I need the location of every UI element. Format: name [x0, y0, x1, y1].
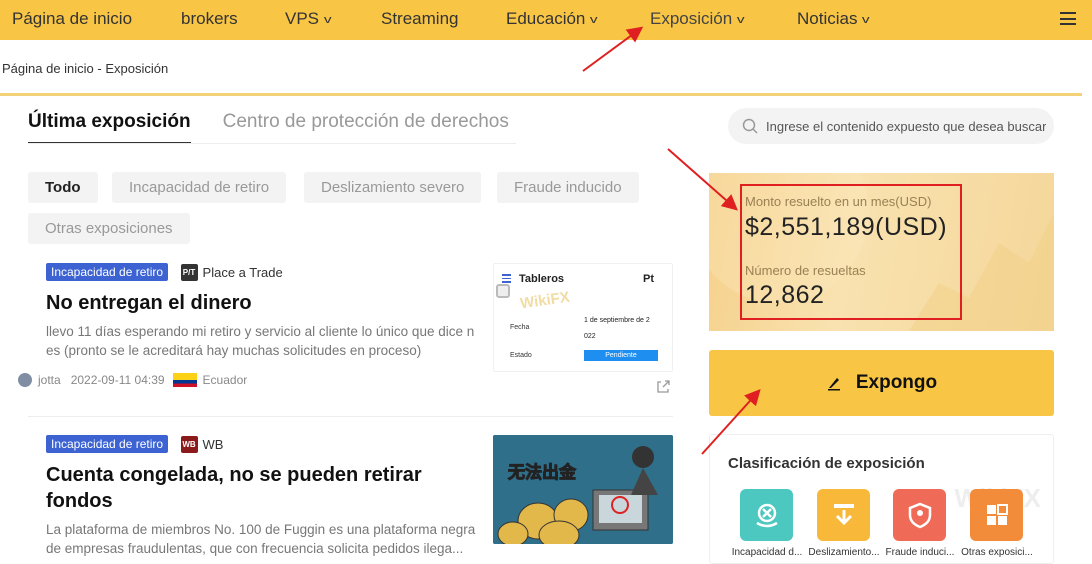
exposure-article[interactable]: Incapacidad de retiro WB WB Cuenta conge… — [28, 435, 673, 558]
section-divider — [0, 93, 1082, 96]
annotation-highlight-box — [740, 184, 962, 320]
filter-severe-slippage[interactable]: Deslizamiento severo — [304, 172, 482, 203]
thumb-field-value: 1 de septiembre de 2 — [584, 317, 650, 324]
category-tag: Incapacidad de retiro — [46, 263, 169, 281]
search-input[interactable] — [766, 118, 1046, 134]
chevron-down-icon: v — [862, 14, 871, 26]
broker-name: Place a Trade — [202, 264, 283, 280]
slippage-down-icon — [817, 489, 870, 541]
filter-all[interactable]: Todo — [28, 172, 98, 203]
nav-item-vps[interactable]: VPS v — [285, 9, 332, 29]
nav-item-news[interactable]: Noticias v — [797, 9, 871, 29]
article-thumbnail[interactable]: 无法出金 — [493, 435, 673, 544]
thumb-logo: Pt — [643, 273, 654, 285]
article-thumbnail[interactable]: Tableros Pt WikiFX Fecha 1 de septiembre… — [493, 263, 673, 372]
nav-label: brokers — [181, 9, 238, 28]
category-withdrawal-inability[interactable]: Incapacidad d... — [732, 489, 802, 558]
filter-withdrawal-inability[interactable]: Incapacidad de retiro — [112, 172, 287, 203]
ecuador-flag-icon — [172, 373, 197, 387]
nav-label: Noticias — [797, 9, 858, 28]
nav-item-home[interactable]: Página de inicio — [12, 9, 132, 29]
share-icon[interactable] — [655, 379, 671, 395]
thumb-field-value: 022 — [584, 333, 596, 340]
expose-button-label: Expongo — [855, 372, 938, 393]
menu-lines-icon — [502, 274, 511, 283]
other-grid-icon — [970, 489, 1023, 541]
nav-label: Educación — [506, 9, 586, 28]
thumb-heading: Tableros — [519, 273, 565, 285]
filter-induced-fraud[interactable]: Fraude inducido — [497, 172, 639, 203]
nav-label: VPS — [285, 9, 320, 28]
category-label: Otras exposici... — [961, 547, 1033, 558]
exposure-classification: Clasificación de exposición WikiFX Incap… — [709, 434, 1054, 564]
classification-title: Clasificación de exposición — [728, 455, 925, 472]
list-divider — [28, 416, 673, 417]
image-icon — [496, 284, 510, 298]
thumb-field-label: Estado — [510, 352, 532, 359]
tab-rights-protection-center[interactable]: Centro de protección de derechos — [223, 111, 509, 144]
tabs-baseline — [28, 143, 516, 144]
category-label: Incapacidad d... — [731, 547, 803, 558]
thumb-field-label: Fecha — [510, 324, 530, 331]
category-tag: Incapacidad de retiro — [46, 435, 169, 453]
category-severe-slippage[interactable]: Deslizamiento... — [808, 489, 880, 558]
watermark: WikiFX — [519, 288, 571, 313]
withdraw-block-icon — [740, 489, 793, 541]
fraud-shield-icon — [893, 489, 946, 541]
status-badge: Pendiente — [584, 350, 658, 361]
article-meta: jotta 2022-09-11 04:39 Ecuador — [18, 373, 247, 387]
nav-item-streaming[interactable]: Streaming — [381, 9, 458, 29]
avatar — [18, 373, 32, 387]
nav-label: Página de inicio — [12, 9, 133, 28]
nav-item-education[interactable]: Educación v — [506, 9, 598, 29]
hamburger-icon[interactable] — [1060, 12, 1076, 26]
article-excerpt: llevo 11 días esperando mi retiro y serv… — [46, 324, 475, 359]
broker-label[interactable]: WB WB — [180, 435, 224, 453]
category-label: Fraude induci... — [885, 547, 955, 558]
search-icon[interactable] — [742, 118, 758, 134]
nav-item-brokers[interactable]: brokers — [181, 9, 238, 29]
thumb-caption: 无法出金 — [508, 463, 577, 483]
country: Ecuador — [202, 373, 248, 387]
article-excerpt: La plataforma de miembros No. 100 de Fug… — [46, 522, 476, 557]
broker-name: WB — [202, 436, 224, 452]
username[interactable]: jotta — [38, 373, 61, 387]
exposure-article[interactable]: Incapacidad de retiro P/T Place a Trade … — [28, 263, 673, 372]
broker-logo: P/T — [180, 263, 198, 281]
top-navigation: Página de inicio brokers VPS v Streaming … — [0, 0, 1092, 40]
nav-item-exposure[interactable]: Exposición v — [650, 9, 745, 29]
chevron-down-icon: v — [737, 14, 745, 26]
thumb-illustration — [493, 435, 673, 544]
pen-icon — [827, 378, 840, 391]
broker-label[interactable]: P/T Place a Trade — [180, 263, 283, 281]
post-date: 2022-09-11 04:39 — [70, 373, 165, 387]
chevron-down-icon: v — [590, 14, 598, 26]
category-other-exposures[interactable]: Otras exposici... — [961, 489, 1033, 558]
breadcrumb: Página de inicio - Exposición — [2, 61, 169, 76]
nav-label: Exposición — [650, 9, 733, 28]
article-title[interactable]: Cuenta congelada, no se pueden retirar f… — [46, 462, 478, 514]
category-label: Deslizamiento... — [808, 547, 880, 558]
expose-button[interactable]: Expongo — [709, 350, 1054, 416]
chevron-down-icon: v — [323, 14, 332, 26]
category-induced-fraud[interactable]: Fraude induci... — [886, 489, 954, 558]
exposure-tabs: Última exposición Centro de protección d… — [28, 111, 509, 144]
article-title[interactable]: No entregan el dinero — [46, 290, 478, 316]
filter-other-exposures[interactable]: Otras exposiciones — [28, 213, 190, 244]
broker-logo: WB — [180, 435, 198, 453]
nav-label: Streaming — [381, 9, 459, 28]
tab-latest-exposure[interactable]: Última exposición — [28, 111, 191, 144]
search-box — [728, 108, 1054, 144]
